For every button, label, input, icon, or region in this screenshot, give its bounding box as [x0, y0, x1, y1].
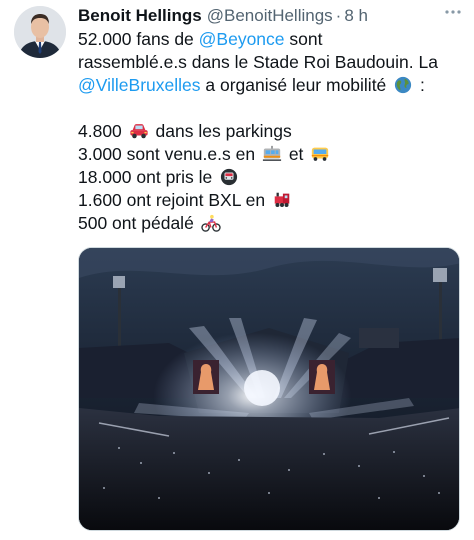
stat-text: 3.000 sont venu.e.s en [78, 144, 256, 164]
stat-text: 18.000 ont pris le [78, 167, 213, 187]
concert-photo [79, 248, 459, 530]
author-name[interactable]: Benoit Hellings [78, 6, 202, 26]
separator-dot: · [335, 6, 342, 25]
tweet-text-segment: : [415, 75, 425, 95]
stat-text: 500 ont pédalé [78, 213, 194, 233]
timestamp[interactable]: 8 h [344, 6, 368, 26]
tram-emoji [262, 145, 282, 161]
train-emoji [274, 192, 290, 207]
stat-text: et [288, 144, 304, 164]
author-handle[interactable]: @BenoitHellings [207, 6, 333, 26]
tweet-header: Benoit Hellings @BenoitHellings · 8 h [78, 4, 464, 28]
tweet-text-segment: a organisé leur mobilité [200, 75, 387, 95]
avatar[interactable] [14, 6, 66, 58]
tweet-text: 52.000 fans de @Beyonce sont rassemblé.e… [78, 28, 464, 235]
globe-emoji [395, 76, 412, 94]
stat-text: 1.600 ont rejoint BXL en [78, 190, 266, 210]
mention-beyonce[interactable]: @Beyonce [199, 29, 285, 49]
stat-text: dans les parkings [155, 121, 292, 141]
stat-bike: 500 ont pédalé [78, 212, 464, 235]
metro-emoji [221, 168, 238, 186]
tweet-text-segment: sont [284, 29, 323, 49]
stat-parkings: 4.800 dans les parkings [78, 120, 464, 143]
tweet[interactable]: Benoit Hellings @BenoitHellings · 8 h 52… [0, 0, 474, 540]
tweet-line-1: 52.000 fans de @Beyonce sont [78, 28, 464, 51]
mention-ville-bruxelles[interactable]: @VilleBruxelles [78, 75, 201, 95]
tweet-line-3: @VilleBruxelles a organisé leur mobilité… [78, 74, 464, 97]
tweet-line-2: rassemblé.e.s dans le Stade Roi Baudouin… [78, 52, 438, 72]
stat-train: 1.600 ont rejoint BXL en [78, 189, 464, 212]
stat-text: 4.800 [78, 121, 122, 141]
cyclist-emoji [201, 214, 221, 232]
more-options-icon[interactable] [440, 0, 466, 24]
stat-metro: 18.000 ont pris le [78, 166, 464, 189]
avatar-image [14, 6, 66, 58]
bus-emoji [312, 147, 329, 161]
tweet-media-photo[interactable] [78, 247, 460, 531]
car-emoji [130, 124, 148, 139]
tweet-text-segment: 52.000 fans de [78, 29, 199, 49]
stat-transit: 3.000 sont venu.e.s en et [78, 143, 464, 166]
